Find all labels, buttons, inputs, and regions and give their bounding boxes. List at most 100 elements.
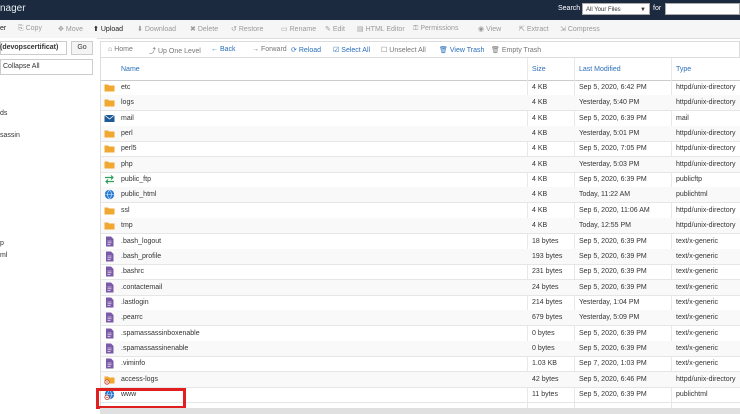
search-input[interactable] [665, 3, 740, 15]
tree-item[interactable]: sassin [0, 132, 20, 139]
toolbar-copy-button[interactable]: ⎘ Copy [18, 25, 42, 33]
table-row[interactable]: public_html 4 KB Today, 11:22 AM publichtml [101, 187, 740, 204]
table-row[interactable]: ssl 4 KB Sep 6, 2020, 11:06 AM httpd/unix-d… [101, 203, 740, 219]
toolbar-delete-button[interactable]: ✖ Delete [190, 25, 218, 33]
file-name[interactable]: perl5 [121, 145, 137, 152]
file-size: 4 KB [532, 114, 548, 122]
toolbar-compress-button[interactable]: ⇲ Compress [560, 25, 600, 33]
file-name[interactable]: .contactemail [121, 284, 162, 291]
table-row[interactable]: .pearrc 679 bytes Yesterday, 5:09 PM text/x… [101, 310, 740, 327]
select-all-button[interactable]: ☑ Select All [333, 46, 370, 54]
forward-button[interactable]: → Forward [252, 46, 287, 53]
toolbar-download-button[interactable]: ⬇ Download [137, 25, 176, 33]
back-button[interactable]: ← Back [211, 46, 236, 53]
file-table: Name Size Last Modified Type etc 4 KB Sep … [100, 58, 740, 414]
file-name[interactable]: .viminfo [121, 360, 145, 367]
table-row[interactable]: .bashrc 231 bytes Sep 5, 2020, 6:39 PM text… [101, 264, 740, 281]
file-name[interactable]: .lastlogin [121, 299, 149, 306]
file-name[interactable]: .spamassassinboxenable [121, 330, 200, 337]
column-type-header[interactable]: Type [676, 66, 691, 73]
table-row[interactable]: perl5 4 KB Sep 5, 2020, 7:05 PM httpd/unix-… [101, 141, 740, 158]
trash-icon: 🗑 [439, 47, 448, 54]
table-row[interactable]: .spamassassinenable 0 bytes Sep 5, 2020, 6… [101, 340, 740, 357]
toolbar-item-label: Compress [567, 26, 600, 33]
table-row[interactable]: perl 4 KB Yesterday, 5:01 PM httpd/unix-dir… [101, 126, 740, 143]
column-modified-header[interactable]: Last Modified [579, 66, 621, 73]
file-name[interactable]: .bash_logout [121, 238, 161, 245]
file-size: 214 bytes [532, 298, 563, 306]
file-modified: Sep 5, 2020, 7:05 PM [579, 145, 647, 153]
table-row[interactable]: .viminfo 1.03 KB Sep 7, 2020, 1:03 PM text/… [101, 356, 740, 373]
file-name[interactable]: logs [121, 99, 134, 106]
collapse-all-button[interactable]: Collapse All [0, 59, 93, 75]
file-icon [104, 266, 115, 277]
toolbar-extract-button[interactable]: ⇱ Extract [519, 25, 549, 33]
toolbar-item-label: HTML Editor [365, 26, 405, 33]
toolbar-item-label: Rename [289, 26, 317, 33]
reload-button[interactable]: ⟳ Reload [291, 46, 321, 54]
toolbar-upload-button[interactable]: ⬆ Upload [93, 25, 123, 33]
file-name[interactable]: tmp [121, 222, 133, 229]
table-row[interactable]: www 11 bytes Sep 5, 2020, 6:39 PM publichtm… [101, 387, 740, 403]
file-type: text/x-generic [676, 283, 719, 291]
file-icon [104, 343, 115, 354]
toolbar-html-editor-button[interactable]: ▤ HTML Editor [357, 25, 405, 33]
file-size: 4 KB [532, 206, 548, 214]
table-row[interactable]: .bash_logout 18 bytes Sep 5, 2020, 6:39 PM… [101, 234, 740, 250]
for-label: for [653, 5, 662, 12]
file-name[interactable]: .bash_profile [121, 253, 161, 260]
toolbar-item-label: Extract [526, 26, 549, 33]
table-row[interactable]: tmp 4 KB Today, 12:55 PM httpd/unix-directo… [101, 218, 740, 235]
file-name[interactable]: access-logs [121, 376, 158, 383]
file-type: httpd/unix-directory [676, 130, 736, 138]
tree-item[interactable]: ds [0, 110, 7, 117]
search-scope-select[interactable]: All Your Files ▼ [582, 3, 650, 15]
file-name[interactable]: etc [121, 84, 130, 91]
tree-item[interactable]: (devopscertificat) [0, 44, 58, 51]
tree-item[interactable]: p [0, 240, 4, 247]
table-row[interactable]: .bash_profile 193 bytes Sep 5, 2020, 6:39 … [101, 248, 740, 265]
toolbar-rename-button[interactable]: ▭ Rename [281, 25, 316, 33]
toolbar-move-button[interactable]: ✥ Move [58, 25, 83, 33]
home-button[interactable]: ⌂ Home [108, 46, 133, 53]
table-row[interactable]: mail 4 KB Sep 5, 2020, 6:39 PM mail [101, 111, 740, 127]
table-row[interactable]: .lastlogin 214 bytes Yesterday, 1:04 PM tex… [101, 295, 740, 311]
table-row[interactable]: .spamassassinboxenable 0 bytes Sep 5, 2020… [101, 326, 740, 342]
table-row[interactable]: logs 4 KB Yesterday, 5:40 PM httpd/unix-dir… [101, 95, 740, 112]
file-name[interactable]: mail [121, 115, 134, 122]
up-one-level-button[interactable]: ⤴ Up One Level [149, 46, 201, 56]
horizontal-scrollbar[interactable] [100, 408, 740, 414]
go-button[interactable]: Go [71, 41, 93, 55]
toolbar-er-button[interactable]: er [0, 25, 6, 32]
file-modified: Sep 5, 2020, 6:39 PM [579, 114, 647, 122]
toolbar-restore-button[interactable]: ↺ Restore [231, 25, 263, 33]
empty-trash-button[interactable]: 🗑 Empty Trash [491, 46, 541, 54]
highlight-box [96, 388, 186, 409]
table-row[interactable]: .contactemail 24 bytes Sep 5, 2020, 6:39 P… [101, 279, 740, 296]
table-row[interactable]: php 4 KB Yesterday, 5:03 PM httpd/unix-dire… [101, 156, 740, 173]
app-title: nager [0, 3, 26, 14]
tree-item[interactable]: ml [0, 252, 7, 259]
file-name[interactable]: .spamassassinenable [121, 345, 188, 352]
file-type: httpd/unix-directory [676, 206, 736, 214]
file-name[interactable]: perl [121, 130, 133, 137]
view-trash-button[interactable]: 🗑 View Trash [439, 46, 484, 54]
toolbar-item-label: Permissions [420, 25, 459, 32]
toolbar-item-label: Upload [100, 26, 124, 33]
file-name[interactable]: php [121, 161, 133, 168]
column-size-header[interactable]: Size [532, 66, 546, 73]
unselect-all-button[interactable]: ☐ Unselect All [381, 46, 426, 54]
toolbar-permissions-button[interactable]: ⚿ Permissions [413, 25, 458, 33]
column-name-header[interactable]: Name [121, 66, 140, 73]
file-name[interactable]: .pearrc [121, 314, 143, 321]
file-name[interactable]: public_ftp [121, 176, 151, 183]
table-row[interactable]: access-logs 42 bytes Sep 5, 2020, 6:46 PM h… [101, 371, 740, 388]
file-name[interactable]: public_html [121, 191, 156, 198]
toolbar-view-button[interactable]: ◉ View [478, 25, 501, 33]
table-row[interactable]: public_ftp 4 KB Sep 5, 2020, 6:39 PM public… [101, 172, 740, 189]
file-name[interactable]: ssl [121, 207, 130, 214]
file-name[interactable]: .bashrc [121, 268, 144, 275]
folder-icon [104, 220, 115, 231]
toolbar-edit-button[interactable]: ✎ Edit [325, 25, 345, 33]
table-row[interactable]: etc 4 KB Sep 5, 2020, 6:42 PM httpd/unix-di… [101, 80, 740, 96]
